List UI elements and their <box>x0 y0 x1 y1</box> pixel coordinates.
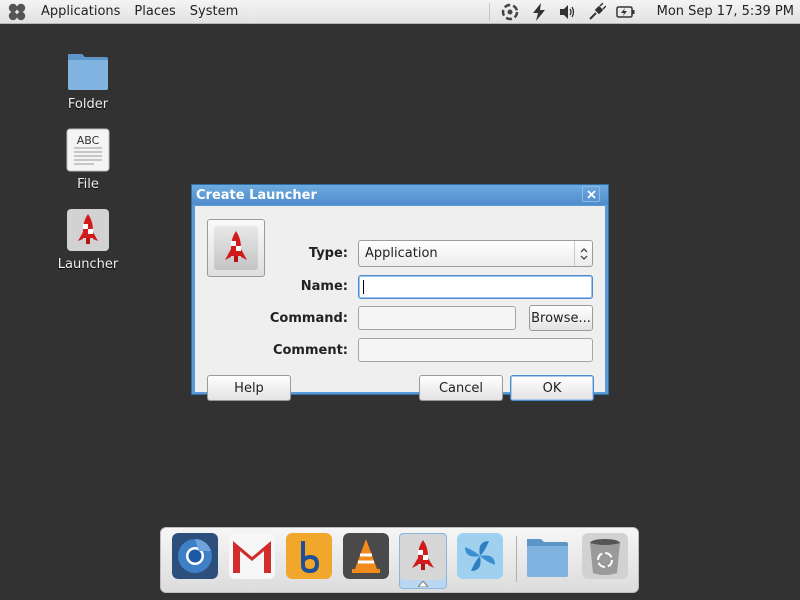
close-icon[interactable] <box>582 186 600 202</box>
desktop-icon-label: Launcher <box>57 257 119 272</box>
volume-icon[interactable] <box>554 0 583 24</box>
text-caret <box>363 280 364 294</box>
dock-item-launcher[interactable] <box>399 533 447 589</box>
trash-icon <box>582 533 628 579</box>
name-field[interactable] <box>358 275 593 299</box>
update-icon[interactable] <box>496 0 525 24</box>
browse-button[interactable]: Browse... <box>529 305 593 331</box>
name-label: Name: <box>300 279 348 294</box>
dock-item-bibble[interactable] <box>285 533 333 589</box>
help-button[interactable]: Help <box>207 375 291 401</box>
network-plug-icon[interactable] <box>583 0 612 24</box>
type-select-value: Application <box>365 246 438 261</box>
clock[interactable]: Mon Sep 17, 5:39 PM <box>641 4 800 19</box>
power-bolt-icon[interactable] <box>525 0 554 24</box>
text-file-icon: ABC <box>66 128 110 172</box>
comment-label: Comment: <box>272 343 348 358</box>
gmail-icon <box>229 533 275 579</box>
launcher-rocket-icon <box>400 534 446 580</box>
rocket-icon <box>66 208 110 252</box>
folder-icon <box>527 539 568 577</box>
dock-item-gmail[interactable] <box>228 533 276 589</box>
dialog-title: Create Launcher <box>196 187 317 203</box>
dock-item-chromium[interactable] <box>171 533 219 589</box>
ok-button[interactable]: OK <box>510 375 594 401</box>
dock <box>160 527 639 593</box>
dialog-titlebar[interactable]: Create Launcher <box>192 185 608 205</box>
dialog-body: Type: Application Name: Command: Browse.… <box>195 206 605 401</box>
vlc-icon <box>343 533 389 579</box>
desktop-icon-file[interactable]: ABC File <box>48 128 128 192</box>
top-panel: Applications Places System Mon Sep 17, 5… <box>0 0 800 24</box>
select-arrows-icon <box>574 241 592 266</box>
chromium-icon <box>172 533 218 579</box>
bibble-icon <box>286 533 332 579</box>
create-launcher-dialog: Create Launcher Type: Application Name: … <box>191 184 609 401</box>
desktop-icon-label: File <box>77 177 99 192</box>
dock-item-trash[interactable] <box>581 533 629 589</box>
active-indicator-icon <box>418 581 428 587</box>
pinwheel-icon <box>457 533 503 579</box>
dock-item-folder[interactable] <box>523 533 571 589</box>
desktop-icon-launcher[interactable]: Launcher <box>48 208 128 272</box>
system-tray: Mon Sep 17, 5:39 PM <box>488 0 800 24</box>
command-label: Command: <box>269 311 348 326</box>
dock-separator <box>516 536 517 582</box>
type-select[interactable]: Application <box>358 240 593 267</box>
menu-places[interactable]: Places <box>127 0 182 24</box>
main-menu-logo-icon[interactable] <box>0 0 34 24</box>
dock-item-pinwheel[interactable] <box>456 533 504 589</box>
menu-applications[interactable]: Applications <box>34 0 127 24</box>
menu-system[interactable]: System <box>183 0 245 24</box>
comment-field[interactable] <box>358 338 593 362</box>
command-field[interactable] <box>358 306 516 330</box>
file-preview-text: ABC <box>76 134 100 147</box>
dock-item-vlc[interactable] <box>342 533 390 589</box>
battery-icon[interactable] <box>612 0 641 24</box>
desktop-icon-label: Folder <box>67 97 109 112</box>
tray-separator <box>488 2 490 21</box>
type-label: Type: <box>308 246 348 261</box>
cancel-button[interactable]: Cancel <box>419 375 503 401</box>
desktop-icon-folder[interactable]: Folder <box>48 48 128 112</box>
folder-icon <box>66 48 110 92</box>
